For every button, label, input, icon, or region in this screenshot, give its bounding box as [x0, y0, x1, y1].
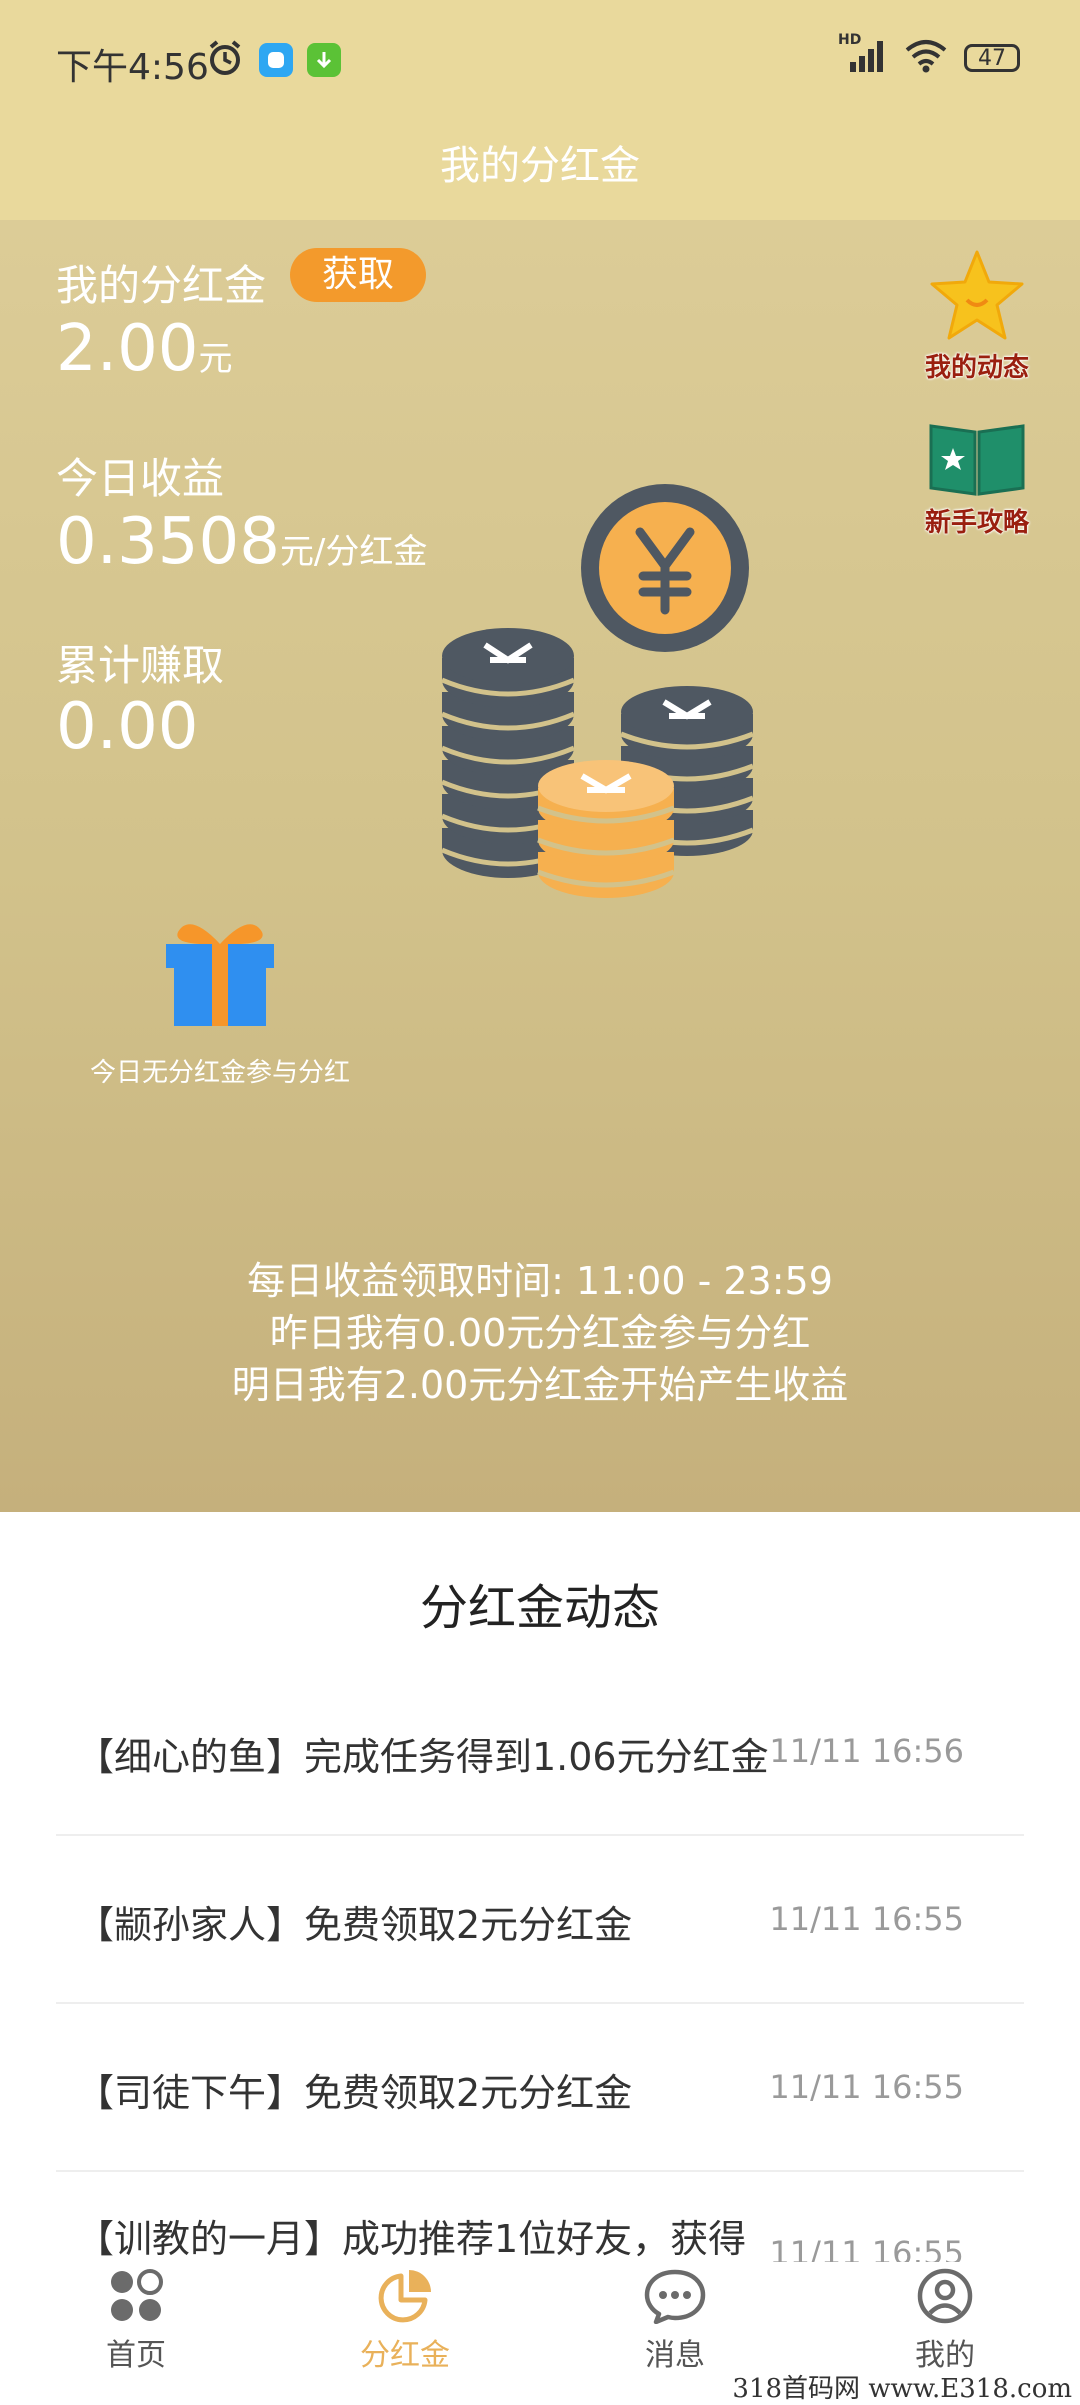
feed-row-text: 【细心的鱼】完成任务得到1.06元分红金 — [76, 1735, 769, 1779]
today-earnings-unit: 元/分红金 — [279, 532, 428, 572]
feed-row-time: 11/11 16:55 — [769, 1900, 964, 1938]
page-title: 我的分红金 — [440, 143, 640, 189]
home-dots-icon — [106, 2269, 166, 2328]
total-earned-value: 0.00 — [56, 690, 199, 764]
nav-mine[interactable]: 我的 — [845, 2268, 1045, 2374]
nav-dividend[interactable]: 分红金 — [305, 2268, 505, 2374]
feed-row: 【颛孙家人】免费领取2元分红金 11/11 16:55 — [56, 1834, 1024, 2004]
nav-home[interactable]: 首页 — [36, 2268, 236, 2374]
signal-icon: HD — [838, 32, 888, 78]
dividend-unit: 元 — [198, 339, 233, 379]
my-activity-link[interactable]: 我的动态 — [907, 248, 1047, 384]
chat-bubble-icon — [643, 2269, 707, 2328]
today-earnings-amount: 0.3508元/分红金 — [56, 505, 427, 579]
battery-indicator: 47 — [964, 44, 1020, 72]
get-button[interactable]: 获取 — [290, 248, 426, 302]
feed-row-text: 【司徒下午】免费领取2元分红金 — [76, 2071, 633, 2115]
profile-icon — [915, 2268, 975, 2328]
feed-row-text: 【颛孙家人】免费领取2元分红金 — [76, 1903, 633, 1947]
coins-illustration — [430, 480, 760, 904]
pie-chart-icon — [375, 2270, 435, 2328]
status-icons-left — [205, 40, 341, 80]
gift-icon — [160, 918, 280, 1034]
star-icon — [907, 248, 1047, 347]
status-right: HD 47 — [838, 32, 1020, 78]
my-activity-label: 我的动态 — [924, 353, 1029, 383]
status-time: 下午4:56 — [56, 47, 209, 88]
alarm-icon — [205, 38, 245, 82]
gift-status-text: 今日无分红金参与分红 — [89, 1058, 350, 1088]
beginner-guide-link[interactable]: 新手攻略 — [907, 418, 1047, 539]
feed-row-text: 【训教的一月】成功推荐1位好友，获得 — [76, 2217, 747, 2261]
feed-title: 分红金动态 — [419, 1580, 660, 1636]
nav-home-label: 首页 — [106, 2338, 166, 2373]
nav-dividend-label: 分红金 — [360, 2338, 450, 2373]
dividend-amount: 2.00元 — [56, 312, 233, 386]
yesterday-text: 昨日我有0.00元分红金参与分红 — [269, 1311, 811, 1355]
dividend-label: 我的分红金 — [56, 261, 267, 310]
network-type: HD — [838, 32, 862, 48]
nav-messages[interactable]: 消息 — [575, 2268, 775, 2374]
total-earned-label: 累计赚取 — [56, 641, 225, 690]
download-icon — [307, 43, 341, 77]
today-earnings-value: 0.3508 — [56, 505, 280, 579]
book-icon — [907, 418, 1047, 502]
today-earnings-label: 今日收益 — [56, 454, 225, 503]
feed-row: 【司徒下午】免费领取2元分红金 11/11 16:55 — [56, 2002, 1024, 2172]
app-notification-icon — [259, 43, 293, 77]
tomorrow-text: 明日我有2.00元分红金开始产生收益 — [231, 1363, 849, 1407]
dividend-value: 2.00 — [56, 312, 199, 386]
watermark: 318首码网 www.E318.com — [732, 2374, 1072, 2404]
beginner-guide-label: 新手攻略 — [924, 508, 1029, 538]
wifi-icon — [904, 38, 948, 78]
claim-time-text: 每日收益领取时间: 11:00 - 23:59 — [247, 1259, 833, 1303]
feed-row-time: 11/11 16:55 — [769, 2068, 964, 2106]
feed-row-time: 11/11 16:56 — [769, 1732, 964, 1770]
feed-row: 【细心的鱼】完成任务得到1.06元分红金 11/11 16:56 — [56, 1666, 1024, 1836]
